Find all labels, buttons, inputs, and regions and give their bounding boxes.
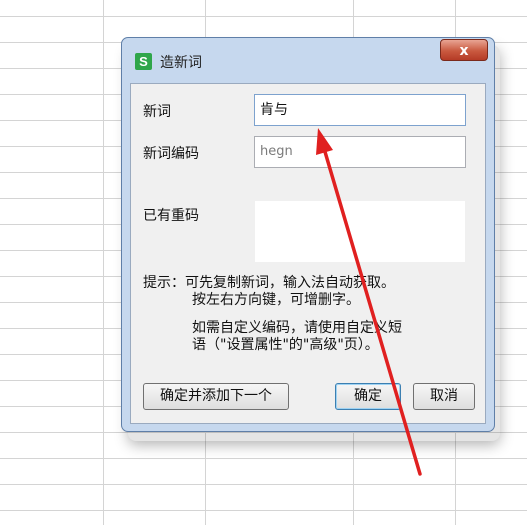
dialog-title: 造新词	[160, 55, 202, 71]
grid-line	[0, 484, 527, 485]
new-word-dialog: S 造新词 x 新词 肯与 新词编码 hegn 已有重码 提示：可先复制新词，输…	[121, 37, 495, 432]
close-button[interactable]: x	[440, 39, 488, 61]
grid-line	[0, 16, 527, 17]
dialog-titlebar[interactable]: S 造新词 x	[122, 38, 494, 76]
existing-code-list[interactable]	[254, 200, 466, 263]
cancel-button[interactable]: 取消	[413, 383, 475, 410]
confirm-and-add-next-button[interactable]: 确定并添加下一个	[143, 383, 289, 410]
grid-line	[103, 0, 104, 525]
existing-code-label: 已有重码	[143, 208, 199, 224]
tip-line-2: 按左右方向键，可增删字。	[192, 292, 360, 308]
tip-line-4: 语（"设置属性"的"高级"页）。	[192, 337, 379, 353]
confirm-button[interactable]: 确定	[335, 383, 401, 410]
word-code-input[interactable]: hegn	[254, 136, 466, 168]
new-word-input[interactable]: 肯与	[254, 94, 466, 126]
code-label: 新词编码	[143, 146, 199, 162]
dialog-body: 新词 肯与 新词编码 hegn 已有重码 提示：可先复制新词，输入法自动获取。 …	[130, 83, 486, 424]
grid-line	[0, 458, 527, 459]
tip-line-1: 提示：可先复制新词，输入法自动获取。	[143, 275, 395, 291]
word-label: 新词	[143, 104, 171, 120]
close-icon: x	[459, 43, 469, 59]
grid-line	[0, 510, 527, 511]
tip-line-3: 如需自定义编码，请使用自定义短	[192, 320, 402, 336]
wps-app-icon: S	[135, 53, 152, 70]
